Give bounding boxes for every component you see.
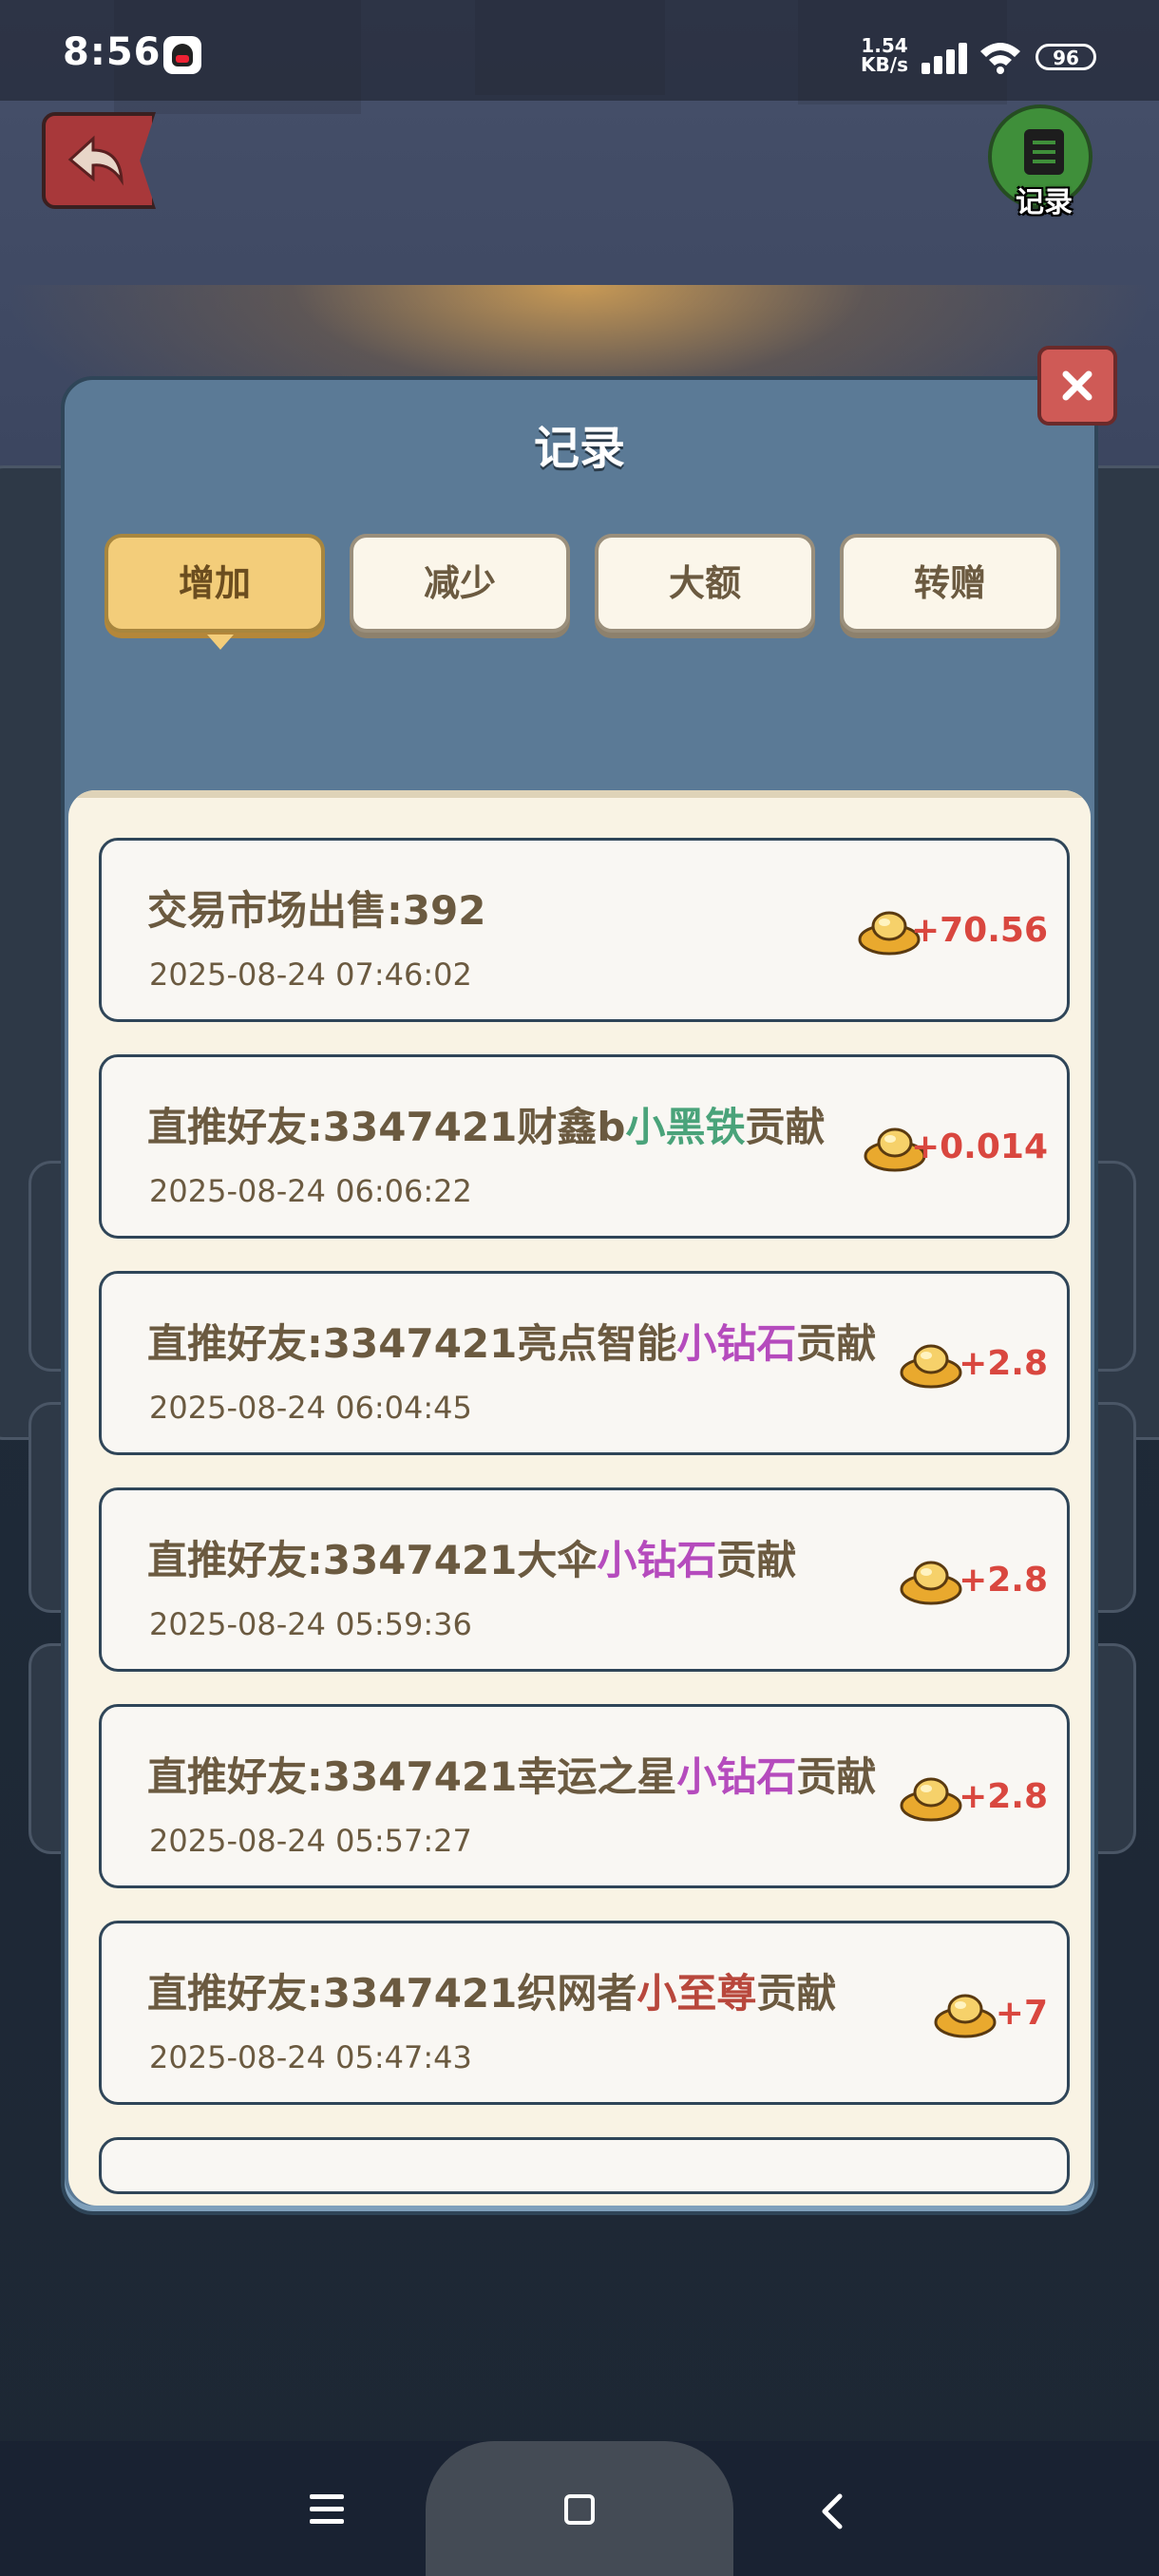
record-dialog: 记录 增加 减少 大额 转赠 交易市场出售:392 2025-08-24 07:…	[61, 376, 1098, 2215]
record-title: 直推好友:3347421织网者小至尊贡献	[147, 1961, 836, 2019]
close-button[interactable]	[1037, 346, 1117, 426]
record-date: 2025-08-24 05:59:36	[149, 1606, 472, 1642]
record-title: 交易市场出售:392	[147, 887, 486, 934]
record-document-icon	[1024, 129, 1064, 175]
clock: 8:56	[63, 30, 162, 74]
record-tabs: 增加 减少 大额 转赠	[104, 534, 1064, 650]
record-title-prefix: 直推好友:3347421亮点智能	[147, 1320, 677, 1367]
record-amount: +70.56	[910, 911, 1048, 950]
record-list[interactable]: 交易市场出售:392 2025-08-24 07:46:02 +70.56 直推…	[68, 790, 1091, 2206]
record-title: 直推好友:3347421财鑫b小黑铁贡献	[147, 1095, 825, 1153]
home-icon[interactable]	[564, 2494, 595, 2525]
network-speed-value: 1.54	[861, 34, 908, 57]
close-icon	[1062, 370, 1092, 401]
record-title-highlight: 小至尊	[636, 1970, 757, 2017]
network-speed-unit: KB/s	[861, 53, 908, 76]
menu-icon[interactable]	[310, 2494, 344, 2525]
record-title-highlight: 小钻石	[676, 1320, 797, 1367]
gold-ingot-icon	[900, 1561, 962, 1605]
record-title-prefix: 直推好友:3347421大伞	[147, 1537, 598, 1583]
back-arrow-icon	[67, 135, 124, 186]
record-date: 2025-08-24 05:57:27	[149, 1823, 472, 1859]
record-title-suffix: 贡献	[745, 1104, 826, 1150]
record-amount: +2.8	[959, 1561, 1048, 1600]
back-button[interactable]	[42, 112, 156, 209]
record-button-label: 记录	[1016, 186, 1073, 219]
list-item: 直推好友:3347421财鑫b小黑铁贡献 2025-08-24 06:06:22…	[99, 1054, 1070, 1239]
record-title-suffix: 贡献	[796, 1320, 877, 1367]
record-amount: +7	[995, 1994, 1048, 2033]
list-item-partial	[99, 2137, 1070, 2194]
tab-transfer-gift[interactable]: 转赠	[840, 534, 1060, 633]
network-speed: 1.54 KB/s	[859, 36, 910, 74]
cell-signal-icon	[922, 42, 971, 74]
dialog-title: 记录	[533, 422, 625, 475]
record-date: 2025-08-24 05:47:43	[149, 2039, 472, 2075]
list-item: 交易市场出售:392 2025-08-24 07:46:02 +70.56	[99, 838, 1070, 1022]
battery-level: 96	[1053, 47, 1079, 69]
wifi-icon	[980, 43, 1020, 74]
record-title-prefix: 直推好友:3347421幸运之星	[147, 1753, 677, 1800]
list-item: 直推好友:3347421大伞小钻石贡献 2025-08-24 05:59:36 …	[99, 1487, 1070, 1672]
record-amount: +0.014	[910, 1127, 1048, 1166]
record-title-suffix: 贡献	[716, 1537, 797, 1583]
record-title: 直推好友:3347421大伞小钻石贡献	[147, 1528, 796, 1586]
record-title-highlight: 小钻石	[597, 1537, 717, 1583]
battery-indicator: 96	[1036, 44, 1096, 70]
record-title-highlight: 小钻石	[676, 1753, 797, 1800]
record-title-prefix: 直推好友:3347421织网者	[147, 1970, 637, 2017]
record-title-suffix: 贡献	[756, 1970, 837, 2017]
list-item: 直推好友:3347421织网者小至尊贡献 2025-08-24 05:47:43…	[99, 1921, 1070, 2105]
list-item: 直推好友:3347421亮点智能小钻石贡献 2025-08-24 06:04:4…	[99, 1271, 1070, 1455]
record-title-prefix: 直推好友:3347421财鑫b	[147, 1104, 626, 1150]
record-date: 2025-08-24 06:06:22	[149, 1173, 472, 1209]
record-title-suffix: 贡献	[796, 1753, 877, 1800]
record-title-highlight: 小黑铁	[625, 1104, 746, 1150]
gold-ingot-icon	[900, 1344, 962, 1389]
record-title: 直推好友:3347421亮点智能小钻石贡献	[147, 1312, 876, 1370]
tab-large-amount[interactable]: 大额	[595, 534, 815, 633]
record-amount: +2.8	[959, 1777, 1048, 1816]
gold-ingot-icon	[934, 1994, 997, 2038]
notification-app-icon	[163, 36, 201, 74]
record-amount: +2.8	[959, 1344, 1048, 1383]
record-date: 2025-08-24 07:46:02	[149, 957, 472, 993]
tab-decrease[interactable]: 减少	[350, 534, 570, 633]
list-item: 直推好友:3347421幸运之星小钻石贡献 2025-08-24 05:57:2…	[99, 1704, 1070, 1888]
record-date: 2025-08-24 06:04:45	[149, 1390, 472, 1426]
record-button[interactable]: 记录	[988, 104, 1092, 219]
nav-back-icon[interactable]	[817, 2492, 846, 2530]
record-title: 直推好友:3347421幸运之星小钻石贡献	[147, 1745, 876, 1803]
tab-increase[interactable]: 增加	[104, 534, 325, 650]
gold-ingot-icon	[900, 1777, 962, 1822]
status-bar: 8:56 1.54 KB/s 96	[0, 0, 1159, 101]
